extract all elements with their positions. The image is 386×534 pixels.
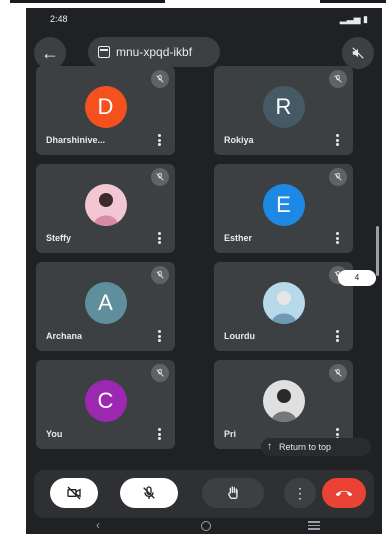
participant-tile[interactable]: Steffy — [36, 164, 175, 253]
mic-off-icon — [151, 70, 169, 88]
system-nav-bar: ‹ — [26, 518, 382, 534]
participant-avatar: D — [84, 86, 127, 128]
end-call-icon — [335, 490, 353, 497]
meeting-code: mnu-xpqd-ikbf — [116, 45, 193, 59]
mic-off-icon — [329, 70, 347, 88]
audio-output-button[interactable] — [342, 37, 374, 69]
call-controls: ⋮ — [34, 470, 374, 518]
more-vert-icon: ⋮ — [293, 485, 307, 501]
status-time: 2:48 — [50, 14, 68, 24]
participant-name: Lourdu — [224, 331, 255, 341]
mic-off-icon — [329, 364, 347, 382]
top-strip — [320, 0, 386, 3]
mic-toggle-button[interactable] — [120, 478, 178, 508]
participant-photo — [262, 282, 305, 324]
calendar-icon — [98, 46, 110, 58]
nav-home-icon[interactable] — [201, 521, 211, 531]
more-vert-icon[interactable] — [157, 134, 161, 146]
participant-avatar: E — [262, 184, 305, 226]
participant-photo — [84, 184, 127, 226]
participant-name: You — [46, 429, 63, 439]
raise-hand-button[interactable] — [202, 478, 264, 508]
participant-name: Esther — [224, 233, 253, 243]
camera-off-icon — [67, 486, 81, 500]
raise-hand-icon — [228, 486, 238, 499]
status-bar: 2:48 ▂▃▅ ▮ — [26, 8, 382, 30]
arrow-up-icon: ↑ — [267, 441, 272, 452]
more-participants-badge[interactable]: 4 — [338, 270, 376, 286]
mic-off-icon — [143, 486, 155, 499]
more-vert-icon[interactable] — [335, 232, 339, 244]
mic-off-icon — [151, 266, 169, 284]
more-vert-icon[interactable] — [157, 232, 161, 244]
mic-off-icon — [151, 168, 169, 186]
more-vert-icon[interactable] — [157, 428, 161, 440]
participant-tile[interactable]: E Esther — [214, 164, 353, 253]
participant-avatar: A — [84, 282, 127, 324]
participant-tile[interactable]: Pri — [214, 360, 353, 449]
participant-avatar: R — [262, 86, 305, 128]
status-icons: ▂▃▅ ▮ — [339, 14, 368, 24]
participant-name: Pri — [224, 429, 237, 439]
participant-name: Steffy — [46, 233, 72, 243]
participant-name: Dharshinive... — [46, 135, 106, 145]
meeting-code-chip[interactable]: mnu-xpqd-ikbf — [88, 37, 220, 67]
scroll-indicator[interactable] — [376, 226, 379, 276]
participant-name: Archana — [46, 331, 83, 341]
participant-tile[interactable]: C You — [36, 360, 175, 449]
participant-tile[interactable]: D Dharshinive... — [36, 66, 175, 155]
nav-back-icon[interactable]: ‹ — [96, 518, 100, 532]
back-button[interactable]: ← — [34, 37, 66, 69]
more-vert-icon[interactable] — [335, 330, 339, 342]
mic-off-icon — [151, 364, 169, 382]
end-call-button[interactable] — [322, 478, 366, 508]
return-to-top-label: Return to top — [279, 442, 332, 452]
mic-off-icon — [329, 168, 347, 186]
participant-tile[interactable]: Lourdu — [214, 262, 353, 351]
participant-name: Rokiya — [224, 135, 254, 145]
volume-off-icon — [352, 47, 364, 59]
camera-toggle-button[interactable] — [50, 478, 98, 508]
top-strip — [10, 0, 165, 3]
more-vert-icon[interactable] — [157, 330, 161, 342]
nav-recents-icon[interactable] — [308, 521, 320, 531]
participant-tile[interactable]: A Archana — [36, 262, 175, 351]
phone-screen: 2:48 ▂▃▅ ▮ ← mnu-xpqd-ikbf D Dharshinive.… — [26, 8, 382, 534]
return-to-top-button[interactable]: ↑ Return to top — [261, 438, 371, 456]
more-vert-icon[interactable] — [335, 134, 339, 146]
more-options-button[interactable]: ⋮ — [284, 478, 316, 508]
participant-photo — [262, 380, 305, 422]
participant-tile[interactable]: R Rokiya — [214, 66, 353, 155]
participant-avatar: C — [84, 380, 127, 422]
arrow-left-icon: ← — [41, 42, 59, 63]
